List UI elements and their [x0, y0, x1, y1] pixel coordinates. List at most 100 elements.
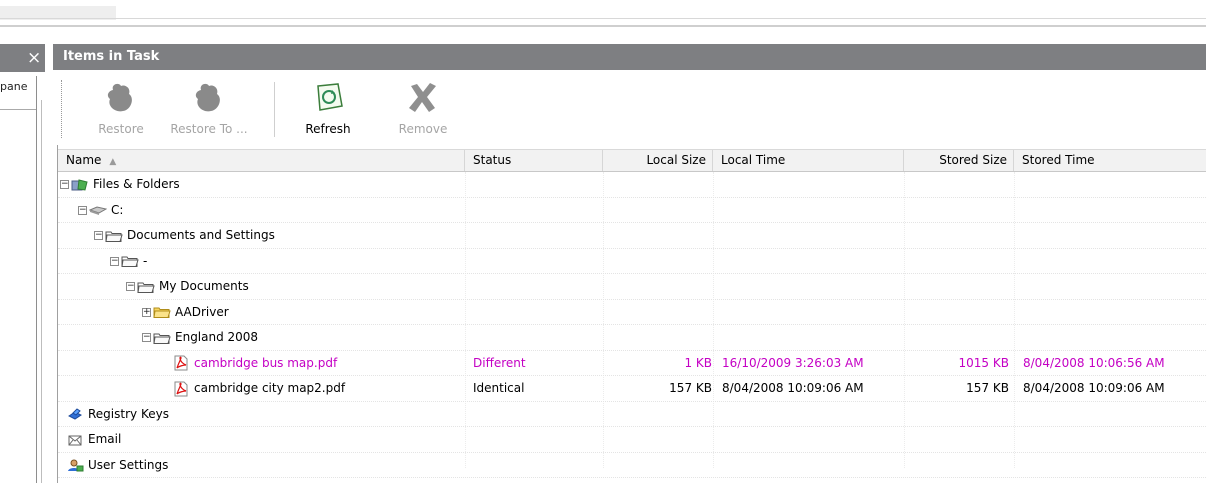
local-size-cell — [608, 223, 712, 247]
folder-icon — [105, 228, 127, 242]
local-time-cell — [722, 172, 907, 196]
restore-to-icon — [195, 83, 220, 112]
row-name: England 2008 — [175, 330, 259, 344]
stored-size-cell — [908, 198, 1009, 222]
column-header-label: Name — [66, 153, 102, 167]
folder-icon — [121, 254, 143, 268]
stored-time-cell — [1023, 427, 1206, 451]
collapse-toggle-icon[interactable]: − — [110, 256, 119, 266]
stored-time-cell — [1023, 325, 1206, 349]
table-row[interactable]: cambridge city map2.pdf Identical 157 KB 8/… — [58, 376, 1206, 402]
tree-node[interactable]: cambridge bus map.pdf — [172, 351, 337, 375]
table-row[interactable]: User Settings — [58, 453, 1206, 478]
tree-node[interactable]: User Settings — [66, 453, 168, 477]
table-row[interactable]: − - — [58, 249, 1206, 274]
status-cell: Different — [473, 355, 526, 370]
local-time-cell — [722, 274, 907, 298]
table-row[interactable]: − C: — [58, 198, 1206, 223]
stored-time-cell — [1023, 249, 1206, 273]
restore-to-label: Restore To ... — [170, 122, 248, 136]
local-size-cell — [608, 300, 712, 324]
splitter[interactable] — [36, 76, 37, 483]
collapse-toggle-icon[interactable]: − — [94, 231, 103, 240]
folder-icon — [153, 330, 175, 344]
tree-node[interactable]: − England 2008 — [142, 325, 258, 349]
status-cell — [473, 172, 603, 196]
stored-time-cell — [1023, 274, 1206, 298]
table-row[interactable]: Registry Keys — [58, 402, 1206, 427]
close-icon[interactable]: × — [27, 48, 41, 68]
row-name: cambridge bus map.pdf — [194, 355, 338, 370]
table-row[interactable]: − Files & Folders — [58, 172, 1206, 198]
tree-node[interactable]: − My Documents — [126, 274, 249, 298]
local-time-cell — [722, 198, 907, 222]
collapse-toggle-icon[interactable]: − — [126, 282, 135, 291]
tree-node[interactable]: − Documents and Settings — [94, 223, 275, 247]
stored-size-cell — [908, 453, 1009, 477]
drive-icon — [89, 203, 111, 217]
tree-node[interactable]: Registry Keys — [66, 402, 169, 426]
local-time-cell — [722, 300, 907, 324]
column-header-stored-time[interactable]: Stored Time — [1014, 150, 1206, 171]
tree-node[interactable]: cambridge city map2.pdf — [172, 376, 345, 400]
pane-label: pane — [0, 80, 28, 93]
collapse-toggle-icon[interactable]: − — [142, 333, 151, 342]
status-cell — [473, 249, 603, 273]
refresh-icon — [317, 83, 343, 111]
stored-size-cell — [908, 274, 1009, 298]
stored-time-cell — [1023, 198, 1206, 222]
refresh-button[interactable]: Refresh — [293, 78, 363, 140]
tree-node[interactable]: − Files & Folders — [60, 172, 180, 196]
column-header-name[interactable]: Name ▲ — [58, 150, 465, 171]
column-header-local-time[interactable]: Local Time — [713, 150, 904, 171]
table-row[interactable]: cambridge bus map.pdf Different 1 KB 16/10/… — [58, 351, 1206, 376]
status-cell — [473, 402, 603, 426]
stored-size-cell — [908, 223, 1009, 247]
pdf-icon — [172, 381, 194, 396]
row-name: My Documents — [159, 279, 249, 293]
table-row[interactable]: + AADriver — [58, 300, 1206, 325]
restore-to-button[interactable]: Restore To ... — [169, 78, 249, 140]
tree-node[interactable]: Email — [66, 427, 121, 451]
column-header-stored-size[interactable]: Stored Size — [904, 150, 1014, 171]
local-size-cell: 157 KB — [669, 381, 712, 395]
grid-rows: − Files & Folders − C: − Documents and Settin… — [58, 172, 1206, 478]
local-size-cell — [608, 198, 712, 222]
stored-time-cell: 8/04/2008 10:06:56 AM — [1023, 355, 1165, 370]
stored-size-cell — [908, 300, 1009, 324]
user-settings-icon — [66, 458, 88, 472]
stored-time-cell — [1023, 223, 1206, 247]
column-header-label: Local Time — [721, 153, 786, 167]
tree-node[interactable]: + AADriver — [142, 300, 229, 324]
sort-ascending-icon: ▲ — [109, 157, 117, 167]
tree-node[interactable]: − - — [110, 249, 147, 273]
local-time-cell — [722, 223, 907, 247]
local-size-cell — [608, 402, 712, 426]
local-size-cell — [608, 427, 712, 451]
column-header-local-size[interactable]: Local Size — [603, 150, 713, 171]
table-row[interactable]: − England 2008 — [58, 325, 1206, 351]
restore-button[interactable]: Restore — [90, 78, 152, 140]
table-row[interactable]: − Documents and Settings — [58, 223, 1206, 249]
items-in-task-panel: Items in Task Restore Restore To ... Ref… — [53, 44, 1206, 483]
local-time-cell — [722, 249, 907, 273]
status-cell — [473, 427, 603, 451]
local-size-cell — [608, 453, 712, 477]
remove-button[interactable]: Remove — [388, 78, 458, 140]
column-header-label: Stored Time — [1022, 153, 1095, 167]
table-row[interactable]: Email — [58, 427, 1206, 453]
collapse-toggle-icon[interactable]: − — [60, 180, 69, 189]
registry-icon — [66, 407, 88, 421]
toolbar-grip[interactable] — [61, 80, 64, 138]
row-name: Email — [88, 432, 122, 446]
local-time-cell: 8/04/2008 10:09:06 AM — [722, 381, 864, 395]
local-size-cell — [608, 274, 712, 298]
local-time-cell — [722, 325, 907, 349]
refresh-label: Refresh — [305, 122, 351, 136]
collapse-toggle-icon[interactable]: − — [78, 205, 87, 215]
tree-node[interactable]: − C: — [78, 198, 123, 222]
table-row[interactable]: − My Documents — [58, 274, 1206, 300]
column-header-status[interactable]: Status — [465, 150, 603, 171]
row-name: Registry Keys — [88, 406, 169, 421]
expand-toggle-icon[interactable]: + — [142, 307, 151, 317]
